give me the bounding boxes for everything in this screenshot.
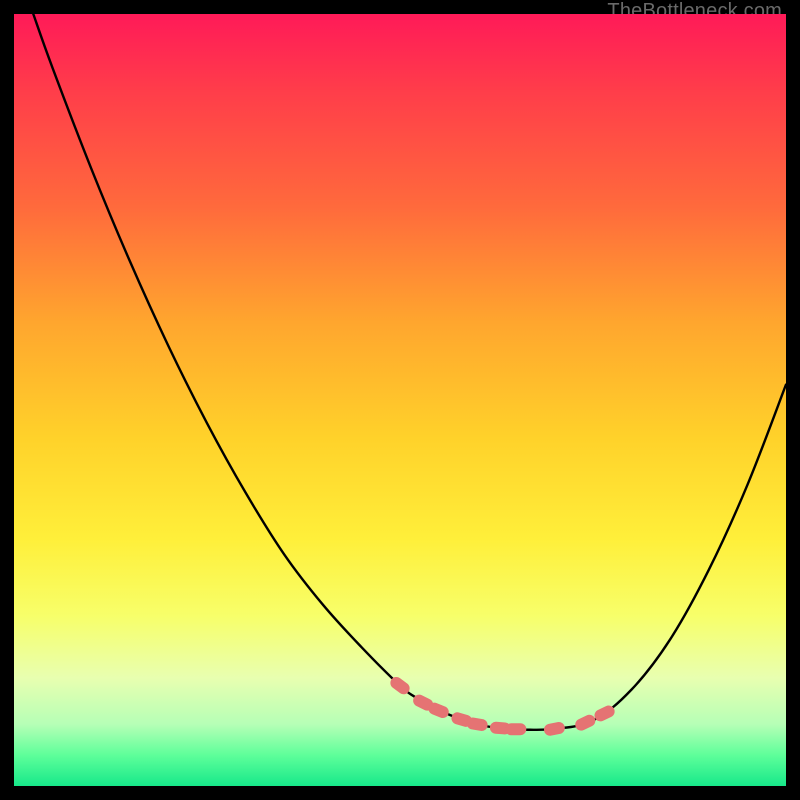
bottleneck-curve <box>33 14 786 730</box>
highlight-marker <box>544 722 566 737</box>
bottleneck-curve-path <box>33 14 786 730</box>
highlight-marker <box>593 704 616 723</box>
highlight-marker <box>427 702 450 720</box>
highlighted-points <box>389 675 616 736</box>
highlight-marker <box>466 717 488 731</box>
curve-layer <box>14 14 786 786</box>
chart-stage: TheBottleneck.com <box>0 0 800 800</box>
plot-area <box>14 14 786 786</box>
highlight-marker <box>574 713 597 732</box>
highlight-marker <box>506 724 526 735</box>
